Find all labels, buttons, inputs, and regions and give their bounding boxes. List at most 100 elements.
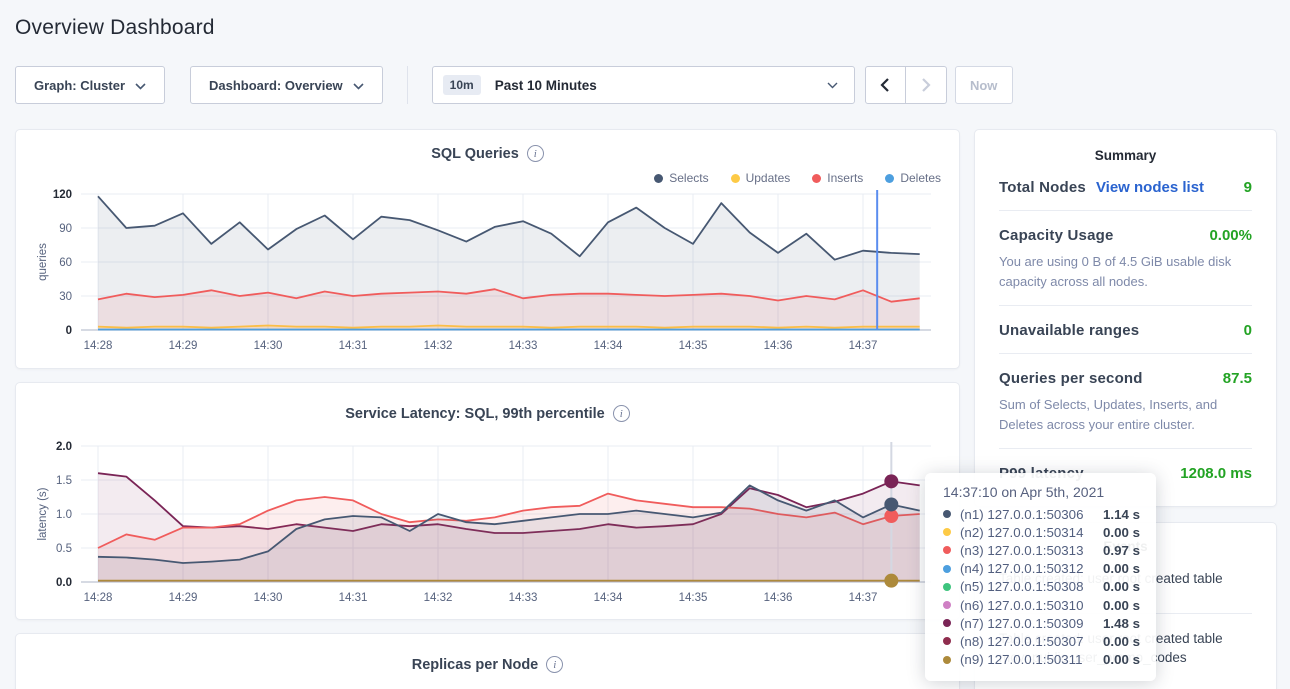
- now-button[interactable]: Now: [955, 66, 1013, 104]
- tooltip-node-row: (n4) 127.0.0.1:503120.00 s: [943, 560, 1140, 578]
- tooltip-node-latency: 0.00 s: [1103, 579, 1140, 594]
- info-icon[interactable]: i: [546, 656, 563, 673]
- sql-queries-chart-panel: SQL Queries i SelectsUpdatesInsertsDelet…: [15, 129, 960, 369]
- time-range-label: Past 10 Minutes: [495, 78, 827, 93]
- svg-text:14:32: 14:32: [424, 592, 453, 604]
- sql-queries-chart[interactable]: 14:2814:2914:3014:3114:3214:3314:3414:35…: [16, 186, 961, 354]
- svg-text:14:37: 14:37: [849, 340, 878, 352]
- summary-panel: Summary Total NodesView nodes list9Capac…: [974, 129, 1277, 507]
- info-icon[interactable]: i: [613, 405, 630, 422]
- legend-label: Selects: [669, 171, 708, 185]
- svg-text:14:34: 14:34: [594, 340, 623, 352]
- tooltip-node-address: (n5) 127.0.0.1:50308: [960, 579, 1103, 594]
- legend-dot-icon: [654, 174, 663, 183]
- tooltip-node-latency: 0.00 s: [1103, 561, 1140, 576]
- tooltip-node-latency: 1.48 s: [1103, 616, 1140, 631]
- summary-stat-label: Unavailable ranges: [999, 322, 1139, 339]
- legend-label: Deletes: [900, 171, 941, 185]
- view-nodes-list-link[interactable]: View nodes list: [1096, 179, 1204, 196]
- page-title: Overview Dashboard: [0, 0, 1290, 40]
- charts-column: SQL Queries i SelectsUpdatesInsertsDelet…: [15, 129, 960, 689]
- summary-stat-row: Unavailable ranges0: [999, 306, 1252, 354]
- svg-text:latency (s): latency (s): [37, 487, 49, 540]
- summary-stat-description: You are using 0 B of 4.5 GiB usable disk…: [999, 252, 1252, 291]
- graph-scope-label: Graph: Cluster: [34, 78, 125, 93]
- svg-text:14:35: 14:35: [679, 592, 708, 604]
- tooltip-node-address: (n9) 127.0.0.1:50311: [960, 652, 1103, 667]
- info-icon[interactable]: i: [527, 145, 544, 162]
- time-range-picker[interactable]: 10m Past 10 Minutes: [432, 66, 855, 104]
- service-latency-chart[interactable]: 14:2814:2914:3014:3114:3214:3314:3414:35…: [16, 438, 961, 606]
- tooltip-node-latency: 0.00 s: [1103, 525, 1140, 540]
- chevron-down-icon: [827, 76, 838, 94]
- toolbar: Graph: Cluster Dashboard: Overview 10m P…: [15, 66, 1275, 104]
- tooltip-node-latency: 0.97 s: [1103, 543, 1140, 558]
- tooltip-node-address: (n1) 127.0.0.1:50306: [960, 507, 1103, 522]
- graph-scope-dropdown[interactable]: Graph: Cluster: [15, 66, 165, 104]
- legend-dot-icon: [885, 174, 894, 183]
- svg-text:2.0: 2.0: [56, 441, 72, 453]
- legend-item-selects[interactable]: Selects: [654, 170, 708, 186]
- svg-text:14:34: 14:34: [594, 592, 623, 604]
- tooltip-timestamp: 14:37:10 on Apr 5th, 2021: [943, 484, 1140, 500]
- previous-time-window-button[interactable]: [865, 66, 906, 104]
- legend-dot-icon: [812, 174, 821, 183]
- dashboard-dropdown-label: Dashboard: Overview: [209, 78, 343, 93]
- service-latency-chart-title: Service Latency: SQL, 99th percentile: [345, 406, 605, 422]
- toolbar-divider: [407, 66, 408, 104]
- svg-text:14:36: 14:36: [764, 592, 793, 604]
- tooltip-node-row: (n9) 127.0.0.1:503110.00 s: [943, 651, 1140, 669]
- summary-rows: Total NodesView nodes list9Capacity Usag…: [999, 163, 1252, 496]
- node-color-dot-icon: [943, 619, 951, 627]
- svg-text:30: 30: [59, 291, 72, 303]
- svg-text:0: 0: [66, 325, 72, 337]
- node-color-dot-icon: [943, 565, 951, 573]
- replicas-per-node-chart-title: Replicas per Node: [412, 657, 539, 673]
- node-color-dot-icon: [943, 528, 951, 536]
- dashboard-dropdown[interactable]: Dashboard: Overview: [190, 66, 383, 104]
- tooltip-node-latency: 1.14 s: [1103, 507, 1140, 522]
- svg-text:0.5: 0.5: [56, 543, 72, 555]
- service-latency-chart-panel: Service Latency: SQL, 99th percentile i …: [15, 382, 960, 620]
- svg-text:14:36: 14:36: [764, 340, 793, 352]
- chevron-down-icon: [353, 78, 364, 93]
- summary-stat-value: 1208.0 ms: [1180, 465, 1252, 482]
- svg-text:14:28: 14:28: [84, 592, 113, 604]
- svg-text:1.0: 1.0: [56, 509, 72, 521]
- node-color-dot-icon: [943, 546, 951, 554]
- svg-text:60: 60: [59, 257, 72, 269]
- summary-stat-value: 87.5: [1223, 370, 1252, 387]
- tooltip-node-latency: 0.00 s: [1103, 598, 1140, 613]
- tooltip-node-latency: 0.00 s: [1103, 634, 1140, 649]
- node-color-dot-icon: [943, 583, 951, 591]
- svg-text:14:37: 14:37: [849, 592, 878, 604]
- svg-text:14:35: 14:35: [679, 340, 708, 352]
- legend-label: Inserts: [827, 171, 863, 185]
- summary-stat-description: Sum of Selects, Updates, Inserts, and De…: [999, 395, 1252, 434]
- time-range-badge: 10m: [443, 75, 481, 95]
- time-step-buttons: [865, 66, 947, 104]
- legend-item-inserts[interactable]: Inserts: [812, 170, 863, 186]
- legend-item-deletes[interactable]: Deletes: [885, 170, 941, 186]
- tooltip-node-row: (n1) 127.0.0.1:503061.14 s: [943, 505, 1140, 523]
- node-color-dot-icon: [943, 510, 951, 518]
- summary-stat-label: Capacity Usage: [999, 227, 1114, 244]
- svg-text:14:30: 14:30: [254, 592, 283, 604]
- tooltip-node-row: (n3) 127.0.0.1:503130.97 s: [943, 541, 1140, 559]
- summary-stat-label: Total Nodes: [999, 179, 1086, 196]
- tooltip-node-row: (n6) 127.0.0.1:503100.00 s: [943, 596, 1140, 614]
- legend-label: Updates: [746, 171, 791, 185]
- svg-text:14:31: 14:31: [339, 592, 368, 604]
- node-color-dot-icon: [943, 656, 951, 664]
- tooltip-node-address: (n2) 127.0.0.1:50314: [960, 525, 1103, 540]
- summary-stat-label: Queries per second: [999, 370, 1143, 387]
- svg-text:14:33: 14:33: [509, 592, 538, 604]
- svg-text:14:30: 14:30: [254, 340, 283, 352]
- next-time-window-button[interactable]: [906, 66, 947, 104]
- summary-stat-row: Capacity Usage0.00%You are using 0 B of …: [999, 211, 1252, 306]
- tooltip-node-address: (n4) 127.0.0.1:50312: [960, 561, 1103, 576]
- tooltip-node-address: (n6) 127.0.0.1:50310: [960, 598, 1103, 613]
- chart-hover-tooltip: 14:37:10 on Apr 5th, 2021 (n1) 127.0.0.1…: [925, 473, 1156, 681]
- summary-stat-row: Queries per second 87.5 Sum of Selects, Up…: [999, 354, 1252, 449]
- legend-item-updates[interactable]: Updates: [731, 170, 791, 186]
